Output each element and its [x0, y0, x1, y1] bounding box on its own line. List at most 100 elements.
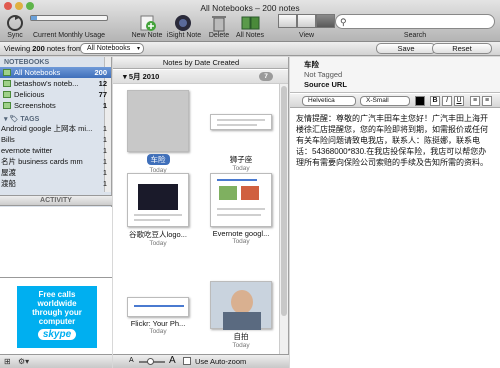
- gear-icon[interactable]: ⚙▾: [18, 357, 29, 366]
- font-select[interactable]: Helvetica: [302, 96, 356, 106]
- view-thumbnail-button[interactable]: [316, 14, 335, 28]
- viewing-suffix: notes from: [46, 44, 83, 53]
- note-date: Today: [149, 240, 167, 247]
- view-switcher: [278, 14, 335, 28]
- sidebar-item-betashow[interactable]: betashow's noteb... 12: [0, 78, 111, 89]
- note-thumbnail: [127, 297, 189, 317]
- note-card[interactable]: Evernote googl... Today: [201, 173, 281, 245]
- chevron-down-icon: ▾: [136, 46, 140, 52]
- autozoom-checkbox[interactable]: [183, 357, 191, 365]
- sidebar-tag-item[interactable]: evernote twitter 1: [0, 145, 111, 156]
- usage-meter: [30, 15, 108, 21]
- text-line: [134, 214, 182, 216]
- note-list: Notes by Date Created ▾ 5月 2010 7 车险 Tod…: [113, 57, 289, 354]
- align-left-button[interactable]: ≡: [470, 96, 480, 106]
- save-button[interactable]: Save: [376, 43, 436, 54]
- format-bar: Helvetica X-Small B I U ≡ ≡: [290, 94, 500, 108]
- text-line: [217, 124, 257, 126]
- italic-button[interactable]: I: [442, 96, 452, 106]
- ad-line: through your: [32, 308, 82, 317]
- note-thumbnail: [210, 173, 272, 227]
- search-icon: ⚲: [340, 17, 347, 27]
- note-thumbnail: [210, 281, 272, 330]
- note-card[interactable]: 车险 Today: [118, 90, 198, 174]
- notebook-icon: [3, 91, 11, 98]
- add-icon[interactable]: ⊞: [4, 357, 11, 366]
- search-input[interactable]: ⚲: [335, 14, 495, 29]
- notebook-icon: [3, 80, 11, 87]
- notebooks-header: NOTEBOOKS: [4, 59, 50, 66]
- note-thumbnail: [127, 173, 189, 227]
- view-list-button[interactable]: [278, 14, 297, 28]
- text-line: [217, 119, 265, 121]
- screenshot-preview: [138, 184, 178, 210]
- trash-icon[interactable]: [208, 14, 230, 32]
- sidebar-tag-item[interactable]: Android google 上网本 mi... 1: [0, 123, 111, 134]
- scroll-thumb[interactable]: [281, 86, 287, 316]
- note-title: 狮子座: [229, 155, 253, 164]
- text-line: [217, 208, 265, 210]
- sort-header[interactable]: Notes by Date Created: [113, 57, 288, 69]
- tag-count: 1: [102, 179, 107, 188]
- new-note-icon[interactable]: [136, 14, 158, 32]
- activity-header[interactable]: ACTIVITY: [0, 195, 112, 206]
- ad-line: Free calls: [38, 290, 76, 299]
- note-body[interactable]: 友情提醒：尊敬的广汽丰田车主您好！广汽丰田上海开楼徐汇店提醒您，您的车险即将到期…: [296, 113, 494, 168]
- tag-count: 1: [102, 168, 107, 177]
- zoom-bar: A A Use Auto-zoom: [113, 354, 289, 368]
- note-tags-field[interactable]: Not Tagged: [304, 70, 486, 80]
- advertisement[interactable]: Free calls worldwide through your comput…: [0, 277, 112, 354]
- disclosure-triangle-icon: ▾: [4, 116, 8, 123]
- notebook-count: 12: [98, 79, 107, 88]
- sync-label: Sync: [7, 32, 23, 39]
- tag-count: 1: [102, 124, 107, 133]
- text-color-button[interactable]: [415, 96, 425, 106]
- sidebar-tag-item[interactable]: Bills 1: [0, 134, 111, 145]
- usage-meter-fill: [31, 16, 38, 20]
- tag-label: evernote twitter: [1, 146, 53, 155]
- skype-ad[interactable]: Free calls worldwide through your comput…: [17, 286, 97, 348]
- tag-count: 1: [102, 135, 107, 144]
- evernote-window: All Notebooks – 200 notes Sync Current M…: [0, 0, 500, 368]
- note-title: 自拍: [233, 332, 249, 341]
- size-select[interactable]: X-Small: [360, 96, 410, 106]
- isight-icon[interactable]: [172, 14, 194, 32]
- all-notes-icon[interactable]: [240, 14, 262, 32]
- bold-button[interactable]: B: [430, 96, 440, 106]
- align-right-button[interactable]: ≡: [482, 96, 492, 106]
- note-card[interactable]: 自拍 Today: [201, 281, 281, 349]
- usage-label: Current Monthly Usage: [33, 32, 105, 39]
- tag-label: 名片 business cards mm: [1, 157, 83, 166]
- note-card[interactable]: 谷歌吃豆人logo... Today: [118, 173, 198, 247]
- view-split-button[interactable]: [297, 14, 316, 28]
- sidebar-tag-item[interactable]: 渡船 1: [0, 178, 111, 189]
- tags-header[interactable]: ▾ 🏷 TAGS: [0, 113, 111, 123]
- note-title: Evernote googl...: [212, 229, 270, 238]
- notebook-count: 1: [102, 101, 107, 110]
- sidebar-item-screenshots[interactable]: Screenshots 1: [0, 100, 111, 111]
- image-preview: [219, 186, 237, 200]
- note-date: Today: [232, 165, 250, 172]
- reset-button[interactable]: Reset: [432, 43, 492, 54]
- autozoom-label: Use Auto-zoom: [195, 357, 247, 366]
- viewing-text: Viewing 200 notes from: [4, 44, 82, 53]
- notebook-label: Screenshots: [14, 101, 56, 110]
- window-title: All Notebooks – 200 notes: [200, 3, 300, 13]
- notebook-filter-select[interactable]: All Notebooks ▾: [80, 43, 144, 54]
- sidebar-item-all-notebooks[interactable]: All Notebooks 200: [0, 67, 111, 78]
- date-group-header[interactable]: ▾ 5月 2010 7: [113, 70, 288, 84]
- note-card[interactable]: Flickr: Your Ph... Today: [118, 281, 198, 335]
- note-title-field[interactable]: 车险: [304, 60, 486, 70]
- note-title: Flickr: Your Ph...: [130, 319, 186, 328]
- ad-line: computer: [38, 317, 76, 326]
- zoom-slider-knob[interactable]: [147, 358, 154, 365]
- sidebar-tag-item[interactable]: 屋渡 1: [0, 167, 111, 178]
- note-thumbnail: [127, 90, 189, 152]
- sidebar-tag-item[interactable]: 名片 business cards mm 1: [0, 156, 111, 167]
- tag-label: 屋渡: [1, 168, 16, 177]
- sidebar-item-delicious[interactable]: Delicious 77: [0, 89, 111, 100]
- note-source-field[interactable]: Source URL: [304, 80, 486, 90]
- sync-icon[interactable]: [4, 14, 26, 32]
- note-card[interactable]: 狮子座 Today: [201, 90, 281, 172]
- underline-button[interactable]: U: [454, 96, 464, 106]
